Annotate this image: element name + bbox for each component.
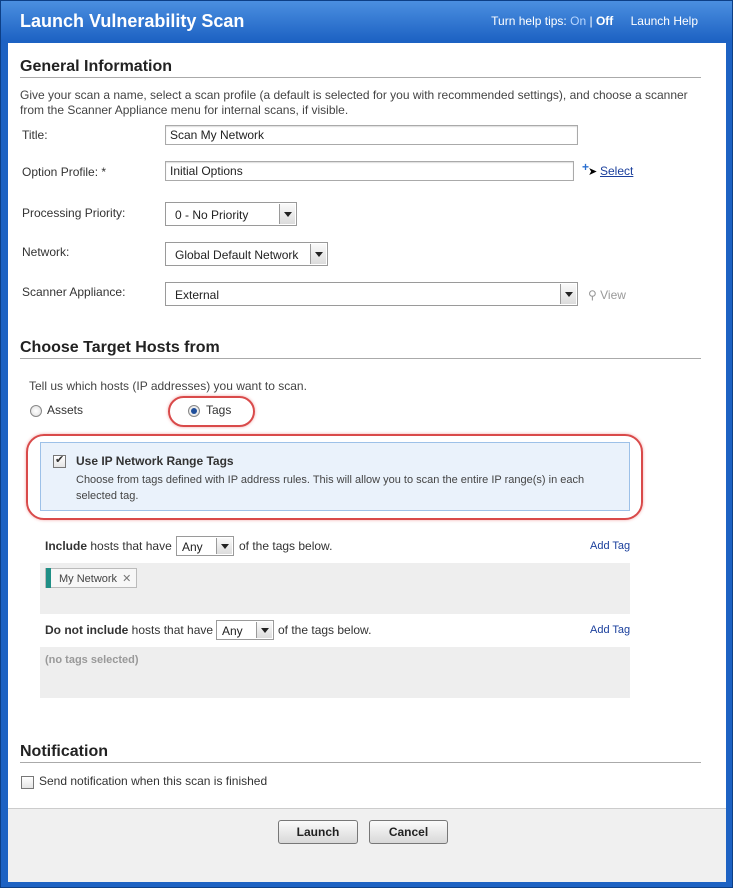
help-tips-separator: | xyxy=(589,14,593,28)
processing-priority-label: Processing Priority: xyxy=(22,206,126,220)
chevron-down-icon[interactable] xyxy=(216,538,232,554)
ip-range-tags-panel: Use IP Network Range Tags Choose from ta… xyxy=(40,442,630,511)
cursor-icon: ➤ xyxy=(588,166,598,178)
scanner-appliance-value: External xyxy=(175,288,220,302)
dialog-footer: Launch Cancel xyxy=(8,808,726,882)
processing-priority-select[interactable]: 0 - No Priority xyxy=(165,202,297,226)
chevron-down-icon[interactable] xyxy=(310,244,326,264)
scanner-appliance-label: Scanner Appliance: xyxy=(22,285,126,299)
section-divider xyxy=(20,358,701,359)
chevron-down-icon[interactable] xyxy=(256,622,272,638)
exclude-add-tag-link[interactable]: Add Tag xyxy=(590,624,630,636)
include-add-tag-link[interactable]: Add Tag xyxy=(590,540,630,552)
network-label: Network: xyxy=(22,245,70,259)
view-label: View xyxy=(600,288,626,302)
dialog-content: General Information Give your scan a nam… xyxy=(8,43,726,808)
launch-button[interactable]: Launch xyxy=(278,820,358,844)
notification-heading: Notification xyxy=(20,743,108,760)
section-divider xyxy=(20,77,701,78)
option-profile-label: Option Profile: * xyxy=(22,165,107,179)
exclude-bold: Do not include xyxy=(45,623,129,637)
chevron-down-icon[interactable] xyxy=(560,284,576,304)
exclude-suffix: of the tags below. xyxy=(278,623,372,637)
exclude-text: hosts that have xyxy=(131,623,214,637)
include-suffix: of the tags below. xyxy=(239,539,333,553)
include-text: hosts that have xyxy=(90,539,172,553)
dialog-title: Launch Vulnerability Scan xyxy=(20,11,245,31)
select-profile-link[interactable]: Select xyxy=(600,164,633,178)
assets-label: Assets xyxy=(47,403,84,417)
title-input[interactable] xyxy=(165,125,578,145)
help-controls: Turn help tips: On | Off Launch Help xyxy=(491,14,698,28)
scanner-appliance-select[interactable]: External xyxy=(165,282,578,306)
help-tips-label: Turn help tips: xyxy=(491,14,567,28)
general-information-heading: General Information xyxy=(20,58,173,75)
notification-checkbox[interactable] xyxy=(21,776,34,789)
dialog-window: Launch Vulnerability Scan Turn help tips… xyxy=(0,0,733,888)
exclude-match-select[interactable]: Any xyxy=(216,620,274,640)
cancel-button[interactable]: Cancel xyxy=(369,820,448,844)
tags-radio[interactable] xyxy=(188,405,200,417)
no-tags-placeholder: (no tags selected) xyxy=(45,654,139,666)
section-divider xyxy=(20,762,701,763)
title-bar: Launch Vulnerability Scan Turn help tips… xyxy=(1,1,732,43)
exclude-row: Do not include hosts that have xyxy=(45,623,213,637)
help-tips-on-link[interactable]: On xyxy=(570,14,586,28)
tag-chip[interactable]: My Network ✕ xyxy=(45,568,138,588)
ip-range-tags-title: Use IP Network Range Tags xyxy=(76,454,234,468)
target-hosts-heading: Choose Target Hosts from xyxy=(20,339,220,356)
exclude-tags-area: (no tags selected) xyxy=(40,647,630,698)
notification-label: Send notification when this scan is fini… xyxy=(39,774,268,788)
exclude-match-value: Any xyxy=(222,624,243,638)
tag-chip-label: My Network xyxy=(59,573,118,585)
ip-range-tags-checkbox[interactable] xyxy=(53,453,66,468)
include-match-value: Any xyxy=(182,540,203,554)
magnifier-icon: ⚲ xyxy=(588,288,597,302)
option-profile-input[interactable] xyxy=(165,161,574,181)
close-icon[interactable]: ✕ xyxy=(122,573,131,585)
include-tags-area: My Network ✕ xyxy=(40,563,630,614)
general-description: Give your scan a name, select a scan pro… xyxy=(20,88,688,117)
network-select[interactable]: Global Default Network xyxy=(165,242,328,266)
network-value: Global Default Network xyxy=(175,248,299,262)
ip-range-tags-description: Choose from tags defined with IP address… xyxy=(76,474,585,502)
view-appliance-link: ⚲ View xyxy=(588,288,626,302)
title-label: Title: xyxy=(22,128,48,142)
include-bold: Include xyxy=(45,539,88,553)
include-row: Include hosts that have xyxy=(45,539,172,553)
assets-radio[interactable] xyxy=(30,405,42,417)
help-tips-off-link[interactable]: Off xyxy=(596,14,613,28)
include-match-select[interactable]: Any xyxy=(176,536,234,556)
chevron-down-icon[interactable] xyxy=(279,204,295,224)
launch-help-link[interactable]: Launch Help xyxy=(631,14,698,28)
processing-priority-value: 0 - No Priority xyxy=(175,208,249,222)
tags-label: Tags xyxy=(206,403,232,417)
target-hosts-description: Tell us which hosts (IP addresses) you w… xyxy=(29,379,307,393)
